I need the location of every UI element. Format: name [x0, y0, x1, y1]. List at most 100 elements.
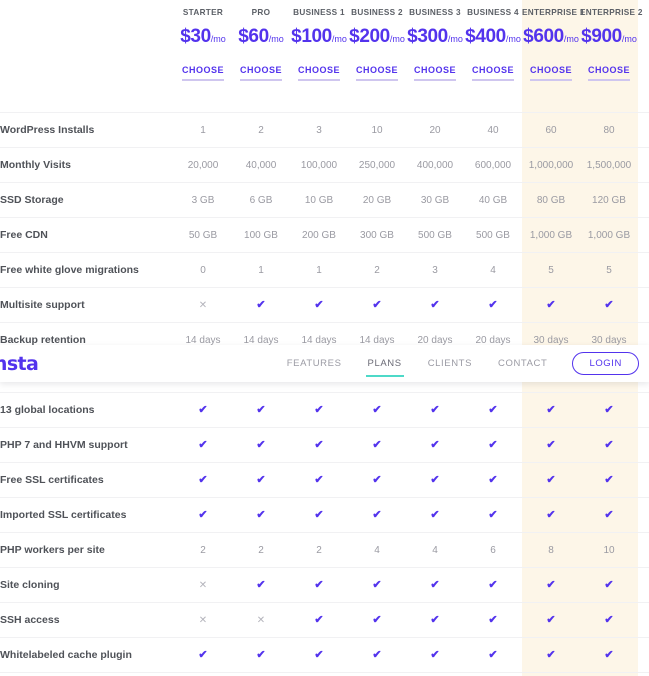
row-pad-cell — [638, 637, 649, 673]
check-icon: ✔ — [580, 497, 638, 533]
check-icon: ✔ — [546, 438, 556, 451]
feature-value: 100 GB — [232, 217, 290, 253]
check-icon: ✔ — [256, 403, 266, 416]
check-icon: ✔ — [488, 403, 498, 416]
check-icon: ✔ — [348, 287, 406, 323]
check-icon: ✔ — [232, 637, 290, 673]
choose-button[interactable]: CHOOSE — [181, 65, 224, 81]
choose-button[interactable]: CHOOSE — [413, 65, 456, 81]
cross-icon: ✕ — [198, 299, 208, 311]
check-icon: ✔ — [174, 497, 232, 533]
choose-button[interactable]: CHOOSE — [239, 65, 282, 81]
check-icon: ✔ — [348, 497, 406, 533]
check-icon: ✔ — [232, 567, 290, 603]
check-icon: ✔ — [488, 298, 498, 311]
choose-wrap: CHOOSE — [406, 48, 464, 91]
feature-value: 50 GB — [174, 217, 232, 253]
check-icon: ✔ — [522, 602, 580, 638]
feature-value: 400,000 — [406, 147, 464, 183]
nav-link-contact[interactable]: CONTACT — [485, 356, 560, 372]
check-icon: ✔ — [522, 287, 580, 323]
plan-price: $60/mo — [232, 17, 290, 48]
table-row: Free SSL certificates ✔ ✔ ✔ ✔ ✔ ✔ ✔ ✔ — [0, 462, 649, 498]
check-icon: ✔ — [372, 613, 382, 626]
check-icon: ✔ — [604, 403, 614, 416]
check-icon: ✔ — [430, 473, 440, 486]
feature-value: 80 — [580, 112, 638, 148]
check-icon: ✔ — [488, 648, 498, 661]
check-icon: ✔ — [604, 578, 614, 591]
plan-price-amount: $400 — [465, 26, 506, 47]
check-icon: ✔ — [464, 392, 522, 428]
row-pad-cell — [638, 427, 649, 463]
table-row: Free white glove migrations 0 1 1 2 3 4 5 5 — [0, 252, 649, 288]
feature-value: 8 — [522, 532, 580, 568]
nav-links: FEATURES PLANS CLIENTS CONTACT LOGIN — [274, 351, 639, 377]
plan-price-amount: $200 — [349, 26, 390, 47]
feature-value: 2 — [348, 252, 406, 288]
feature-value: 4 — [406, 532, 464, 568]
plan-price-amount: $100 — [291, 26, 332, 47]
plan-header-cell: BUSINESS 3 $300/mo CHOOSE — [406, 0, 464, 91]
feature-value: 3 GB — [174, 182, 232, 218]
header-empty-cell — [0, 0, 174, 91]
feature-label: Multisite support — [0, 287, 174, 323]
row-pad-cell — [638, 217, 649, 253]
check-icon: ✔ — [522, 497, 580, 533]
login-button[interactable]: LOGIN — [572, 351, 639, 376]
check-icon: ✔ — [314, 648, 324, 661]
feature-label: WordPress Installs — [0, 112, 174, 148]
choose-button[interactable]: CHOOSE — [471, 65, 514, 81]
plan-price-period: /mo — [268, 34, 284, 44]
check-icon: ✔ — [546, 508, 556, 521]
check-icon: ✔ — [406, 497, 464, 533]
feature-value: 100,000 — [290, 147, 348, 183]
check-icon: ✔ — [546, 473, 556, 486]
check-icon: ✔ — [314, 473, 324, 486]
check-icon: ✔ — [256, 508, 266, 521]
check-icon: ✔ — [314, 508, 324, 521]
row-pad-cell — [638, 602, 649, 638]
check-icon: ✔ — [174, 427, 232, 463]
check-icon: ✔ — [348, 462, 406, 498]
nav-link-features[interactable]: FEATURES — [274, 356, 355, 372]
feature-value: 20,000 — [174, 147, 232, 183]
feature-value: 500 GB — [406, 217, 464, 253]
plan-price-period: /mo — [447, 34, 463, 44]
plan-name: BUSINESS 1 — [293, 8, 345, 17]
check-icon: ✔ — [604, 613, 614, 626]
check-icon: ✔ — [464, 287, 522, 323]
check-icon: ✔ — [174, 392, 232, 428]
choose-button[interactable]: CHOOSE — [355, 65, 398, 81]
brand-logo[interactable]: insta — [0, 353, 39, 375]
check-icon: ✔ — [406, 392, 464, 428]
site-navbar: insta FEATURES PLANS CLIENTS CONTACT LOG… — [0, 345, 649, 382]
table-row: PHP 7 and HHVM support ✔ ✔ ✔ ✔ ✔ ✔ ✔ ✔ — [0, 427, 649, 463]
check-icon: ✔ — [430, 403, 440, 416]
row-pad-cell — [638, 147, 649, 183]
table-header: STARTER $30/mo CHOOSE PRO $60/mo CHOOSE … — [0, 0, 649, 113]
nav-link-plans[interactable]: PLANS — [355, 356, 415, 377]
plan-header-cell: PRO $60/mo CHOOSE — [232, 0, 290, 91]
check-icon: ✔ — [546, 648, 556, 661]
feature-value: 10 — [348, 112, 406, 148]
nav-link-clients[interactable]: CLIENTS — [415, 356, 485, 372]
feature-value: 2 — [232, 532, 290, 568]
feature-value: 30 GB — [406, 182, 464, 218]
feature-value: 2 — [174, 532, 232, 568]
choose-button[interactable]: CHOOSE — [587, 65, 630, 81]
feature-value: 1 — [174, 112, 232, 148]
feature-value: 20 GB — [348, 182, 406, 218]
cross-icon: ✕ — [174, 602, 232, 638]
choose-button[interactable]: CHOOSE — [297, 65, 340, 81]
table-row: SSH access ✕ ✕ ✔ ✔ ✔ ✔ ✔ ✔ — [0, 602, 649, 638]
choose-button[interactable]: CHOOSE — [529, 65, 572, 81]
plan-price-amount: $300 — [407, 26, 448, 47]
row-pad-cell — [638, 462, 649, 498]
check-icon: ✔ — [406, 567, 464, 603]
plan-price-period: /mo — [563, 34, 579, 44]
check-icon: ✔ — [604, 298, 614, 311]
check-icon: ✔ — [488, 438, 498, 451]
check-icon: ✔ — [314, 298, 324, 311]
check-icon: ✔ — [290, 637, 348, 673]
